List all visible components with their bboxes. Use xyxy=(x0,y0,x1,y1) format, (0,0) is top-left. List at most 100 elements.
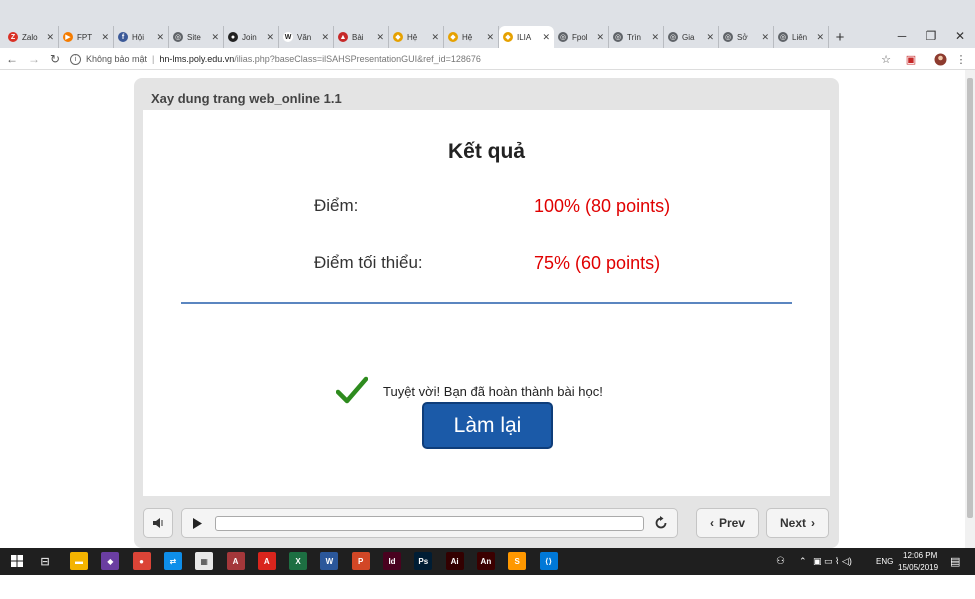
browser-tab-strip: Z Zalo ✕ ▶ FPT ✕ f Hội ✕ ◎ Site ✕ ● Join ✕ W Văn ✕ ▲ Bài ✕ ◆ H… xyxy=(0,0,975,48)
tab-label: Join xyxy=(242,32,257,42)
profile-avatar[interactable] xyxy=(932,51,948,67)
browser-tab[interactable]: Z Zalo ✕ xyxy=(4,26,59,48)
windows-taskbar: ⊟ ▬ ◆ ● ⇄ ▦ A A X W P Id Ps Ai An S ⟨⟩ ⚇ ⌃ ▣ ▭ ⌇ ◁) ENG… xyxy=(0,548,975,575)
notifications-icon[interactable]: ▤ xyxy=(950,555,960,568)
info-icon[interactable]: i xyxy=(70,53,81,65)
reload-icon[interactable]: ↻ xyxy=(47,51,63,67)
speaker-icon xyxy=(152,518,162,528)
tab-label: Site xyxy=(187,32,201,42)
task-view-icon[interactable]: ⊟ xyxy=(36,552,54,570)
back-icon[interactable]: ← xyxy=(4,51,20,67)
browser-tab[interactable]: ● Join ✕ xyxy=(224,26,279,48)
vscode-icon[interactable]: ⟨⟩ xyxy=(539,552,558,570)
illustrator-icon[interactable]: Ai xyxy=(445,552,464,570)
lesson-player: Xay dung trang web_online 1.1 Kết quả Đi… xyxy=(134,78,839,548)
tab-close-icon[interactable]: ✕ xyxy=(101,32,109,43)
chevron-right-icon: › xyxy=(811,516,815,530)
new-tab-button[interactable]: + xyxy=(829,26,851,48)
tab-close-icon[interactable]: ✕ xyxy=(596,32,604,43)
browser-tab[interactable]: ◎ Sở ✕ xyxy=(719,26,774,48)
favicon-icon: ◆ xyxy=(503,32,513,42)
acrobat-icon[interactable]: A xyxy=(257,552,276,570)
close-window-button[interactable]: ✕ xyxy=(943,26,975,46)
tab-close-icon[interactable]: ✕ xyxy=(156,32,164,43)
browser-tab[interactable]: ◎ Site ✕ xyxy=(169,26,224,48)
browser-tab[interactable]: ▲ Bài ✕ xyxy=(334,26,389,48)
menu-kebab-icon[interactable]: ⋮ xyxy=(953,51,969,67)
next-label: Next xyxy=(779,516,806,530)
people-icon[interactable]: ⚇ xyxy=(776,556,785,567)
browser-tab[interactable]: ◎ Liên ✕ xyxy=(774,26,829,48)
tab-close-icon[interactable]: ✕ xyxy=(431,32,439,43)
app-icon[interactable]: ▦ xyxy=(195,552,214,570)
clock-time[interactable]: 12:06 PM xyxy=(903,551,937,560)
favicon-icon: ▶ xyxy=(63,32,73,42)
browser-tab[interactable]: ◆ ILIA ✕ xyxy=(499,26,554,48)
tab-close-icon[interactable]: ✕ xyxy=(46,32,54,43)
retry-button[interactable]: Làm lại xyxy=(422,402,553,449)
results-slide: Kết quả Điểm: 100% (80 points) Điểm tối … xyxy=(143,110,830,496)
url-field[interactable]: i Không bảo mật | hn-lms.poly.edu.vn /il… xyxy=(70,50,481,68)
browser-tab[interactable]: ◎ Gia ✕ xyxy=(664,26,719,48)
favicon-icon: ◎ xyxy=(613,32,623,42)
tab-label: Văn xyxy=(297,32,312,42)
favicon-icon: W xyxy=(283,32,293,42)
tab-close-icon[interactable]: ✕ xyxy=(321,32,329,43)
browser-tab[interactable]: ◆ Hệ ✕ xyxy=(389,26,444,48)
teamviewer-icon[interactable]: ⇄ xyxy=(163,552,182,570)
scrollbar-thumb[interactable] xyxy=(967,78,973,518)
chrome-icon[interactable]: ● xyxy=(132,552,151,570)
extension-icon[interactable]: ▣ xyxy=(903,51,919,67)
tray-chevron-icon[interactable]: ⌃ xyxy=(799,556,807,567)
tab-close-icon[interactable]: ✕ xyxy=(816,32,824,43)
page-content: Xay dung trang web_online 1.1 Kết quả Đi… xyxy=(0,70,965,548)
tab-close-icon[interactable]: ✕ xyxy=(706,32,714,43)
browser-tab[interactable]: ◆ Hệ ✕ xyxy=(444,26,499,48)
windows-start-icon[interactable] xyxy=(8,552,26,570)
bookmark-star-icon[interactable]: ☆ xyxy=(878,51,894,67)
tab-close-icon[interactable]: ✕ xyxy=(542,32,550,43)
favicon-icon: ◎ xyxy=(778,32,788,42)
page-scrollbar[interactable] xyxy=(965,70,975,548)
url-separator: | xyxy=(152,54,155,64)
volume-button[interactable] xyxy=(143,508,173,538)
tab-close-icon[interactable]: ✕ xyxy=(651,32,659,43)
tab-close-icon[interactable]: ✕ xyxy=(211,32,219,43)
tab-close-icon[interactable]: ✕ xyxy=(761,32,769,43)
next-button[interactable]: Next › xyxy=(766,508,829,538)
tab-label: Gia xyxy=(682,32,695,42)
excel-icon[interactable]: X xyxy=(289,552,308,570)
tab-label: Fpol xyxy=(572,32,588,42)
powerpoint-icon[interactable]: P xyxy=(351,552,370,570)
browser-tab[interactable]: f Hội ✕ xyxy=(114,26,169,48)
language-indicator[interactable]: ENG xyxy=(876,557,893,566)
url-host: hn-lms.poly.edu.vn xyxy=(159,54,235,64)
photoshop-icon[interactable]: Ps xyxy=(414,552,433,570)
forward-icon[interactable]: → xyxy=(26,51,42,67)
browser-tab[interactable]: ◎ Trìn ✕ xyxy=(609,26,664,48)
sublime-icon[interactable]: S xyxy=(508,552,527,570)
indesign-icon[interactable]: Id xyxy=(383,552,401,570)
replay-icon xyxy=(655,516,667,529)
browser-tab[interactable]: ◎ Fpol ✕ xyxy=(554,26,609,48)
prev-button[interactable]: ‹ Prev xyxy=(696,508,759,538)
clock-date[interactable]: 15/05/2019 xyxy=(898,563,938,572)
word-icon[interactable]: W xyxy=(320,552,339,570)
favicon-icon: ◎ xyxy=(558,32,568,42)
visual-studio-icon[interactable]: ◆ xyxy=(101,552,120,570)
animate-icon[interactable]: An xyxy=(476,552,495,570)
tab-close-icon[interactable]: ✕ xyxy=(486,32,494,43)
browser-tab[interactable]: W Văn ✕ xyxy=(279,26,334,48)
file-explorer-icon[interactable]: ▬ xyxy=(70,552,88,570)
seek-bar[interactable] xyxy=(215,516,644,531)
score-label: Điểm: xyxy=(314,196,359,215)
player-controls: ‹ Prev Next › xyxy=(143,508,830,540)
replay-button[interactable] xyxy=(648,508,674,538)
access-icon[interactable]: A xyxy=(226,552,245,570)
tab-close-icon[interactable]: ✕ xyxy=(376,32,384,43)
browser-tab[interactable]: ▶ FPT ✕ xyxy=(59,26,114,48)
lesson-title: Xay dung trang web_online 1.1 xyxy=(151,91,342,106)
tray-icons[interactable]: ▣ ▭ ⌇ ◁) xyxy=(813,556,852,567)
play-button[interactable] xyxy=(182,508,212,538)
tab-close-icon[interactable]: ✕ xyxy=(266,32,274,43)
